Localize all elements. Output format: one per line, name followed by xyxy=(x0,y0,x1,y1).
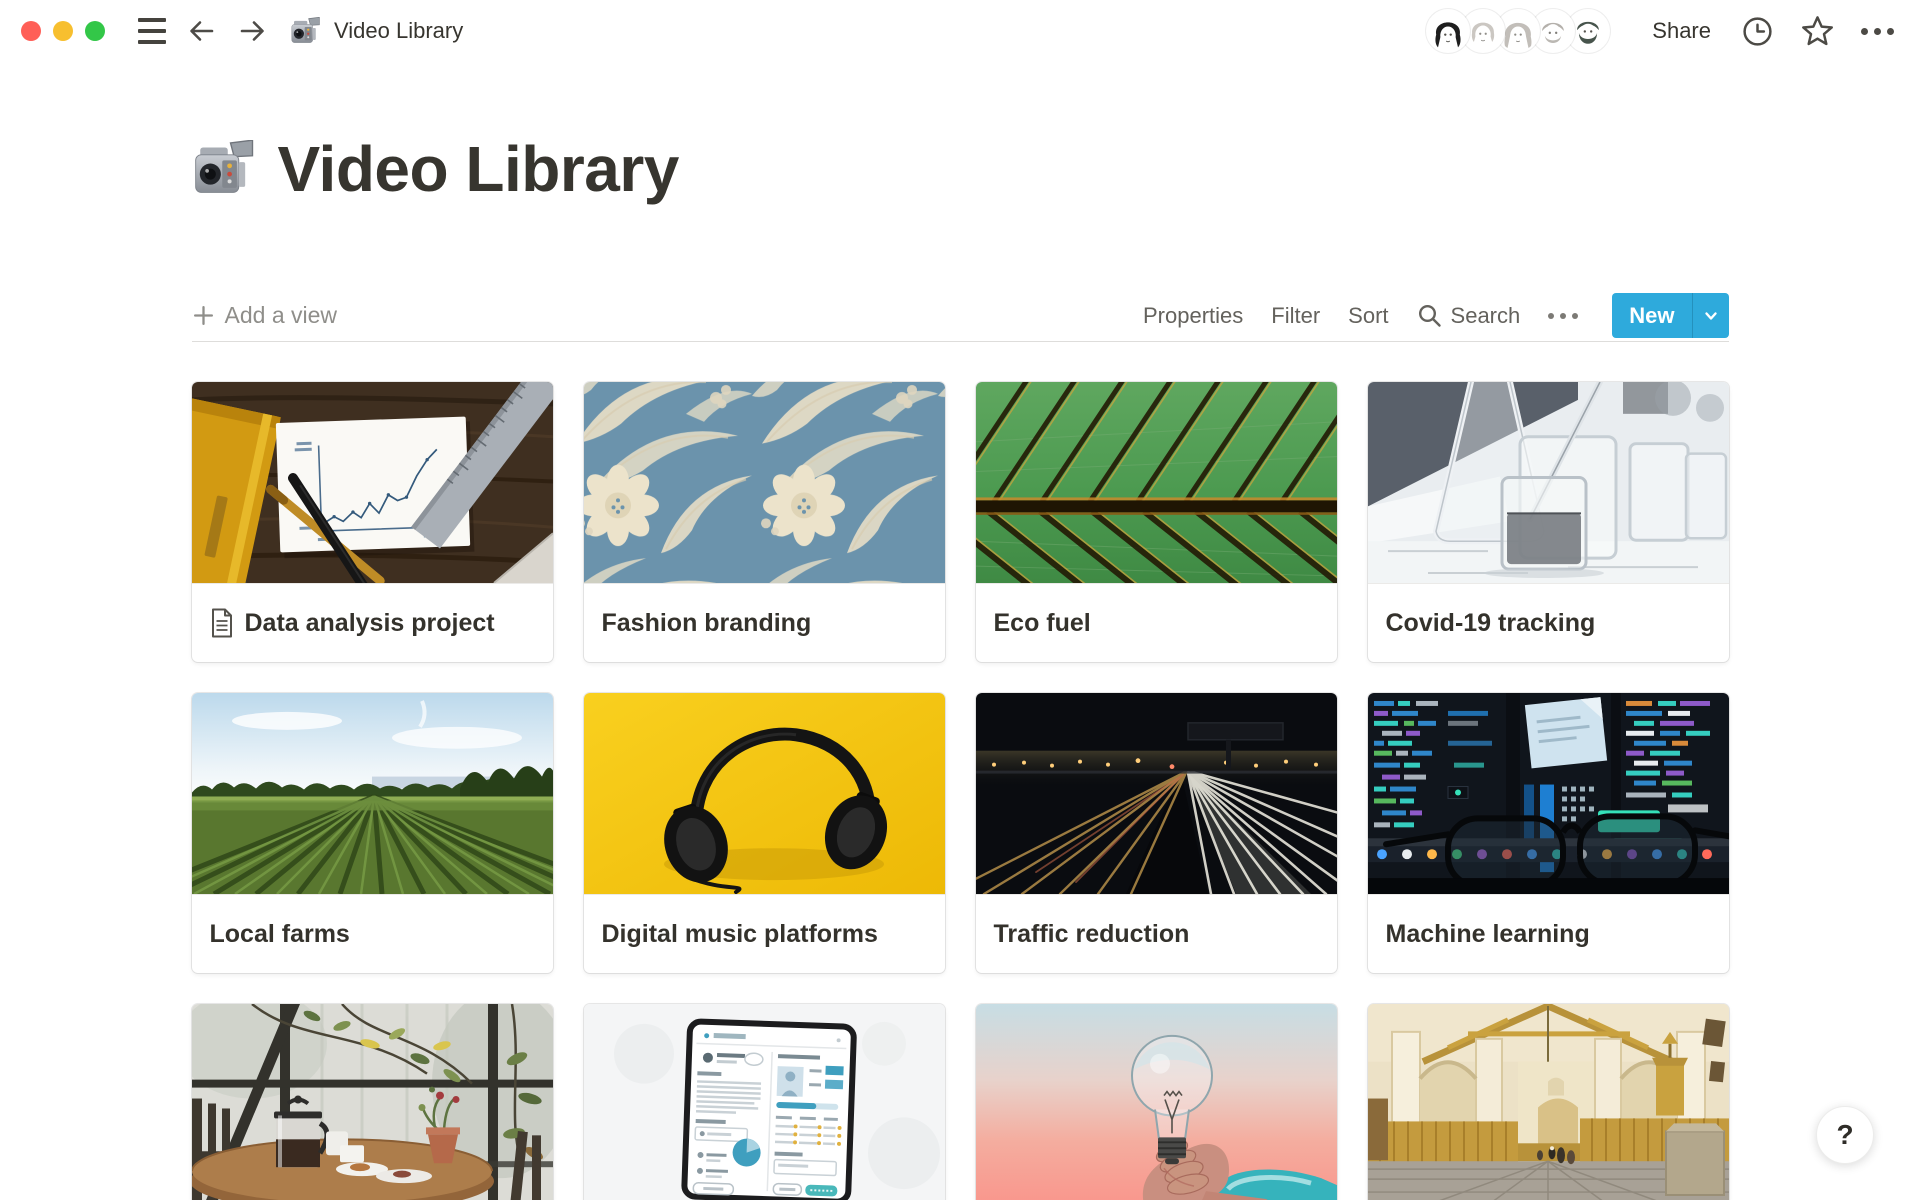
green-leaf-closeup xyxy=(976,382,1337,584)
back-button[interactable] xyxy=(184,15,218,47)
gallery-card[interactable]: Covid-19 tracking xyxy=(1368,382,1729,662)
card-title: Data analysis project xyxy=(245,609,495,638)
card-title: Covid-19 tracking xyxy=(1386,609,1596,638)
back-arrow-icon xyxy=(184,15,218,47)
chevron-down-icon xyxy=(1701,306,1721,326)
updates-button[interactable] xyxy=(1741,15,1774,48)
card-title: Local farms xyxy=(210,920,350,949)
farm-field-photo xyxy=(192,693,553,895)
new-label[interactable]: New xyxy=(1612,293,1691,338)
page-title-row: Video Library xyxy=(192,124,1729,214)
lab-glassware-photo xyxy=(1368,382,1729,584)
card-title: Machine learning xyxy=(1386,920,1590,949)
add-view-button[interactable]: Add a view xyxy=(192,302,338,329)
collaborator-avatars[interactable] xyxy=(1426,9,1610,53)
movie-camera-icon xyxy=(290,17,322,46)
blue-floral-pattern xyxy=(584,382,945,584)
gallery-card[interactable] xyxy=(192,1004,553,1200)
card-title: Digital music platforms xyxy=(602,920,878,949)
zoom-window-button[interactable] xyxy=(84,20,106,42)
night-highway-photo xyxy=(976,693,1337,895)
window-titlebar: Video Library xyxy=(0,0,1920,62)
breadcrumb[interactable]: Video Library xyxy=(290,17,463,46)
code-screens-glasses-photo xyxy=(1368,693,1729,895)
gallery-card[interactable] xyxy=(1368,1004,1729,1200)
new-item-button[interactable]: New xyxy=(1612,293,1728,338)
breadcrumb-title: Video Library xyxy=(334,18,463,44)
more-icon xyxy=(1548,313,1578,319)
favorite-button[interactable] xyxy=(1800,14,1835,48)
search-label: Search xyxy=(1451,303,1521,329)
gallery-card[interactable]: Fashion branding xyxy=(584,382,945,662)
search-button[interactable]: Search xyxy=(1417,303,1521,329)
filter-button[interactable]: Filter xyxy=(1271,303,1320,329)
gallery-card[interactable]: Traffic reduction xyxy=(976,693,1337,973)
greenhouse-cafe-photo xyxy=(192,1004,553,1200)
desk-chart-photo xyxy=(192,382,553,584)
avatar[interactable] xyxy=(1426,9,1470,53)
headphones-yellow-photo xyxy=(584,693,945,895)
sort-button[interactable]: Sort xyxy=(1348,303,1388,329)
gallery-card[interactable]: Digital music platforms xyxy=(584,693,945,973)
card-title: Fashion branding xyxy=(602,609,812,638)
add-view-label: Add a view xyxy=(225,302,338,329)
lightbulb-hand-photo xyxy=(976,1004,1337,1200)
forward-arrow-icon xyxy=(236,15,270,47)
search-icon xyxy=(1417,303,1443,329)
gallery-card[interactable]: Machine learning xyxy=(1368,693,1729,973)
gallery-card[interactable] xyxy=(976,1004,1337,1200)
sidebar-menu-button[interactable] xyxy=(138,18,166,44)
view-toolbar: Add a view Properties Filter Sort Search… xyxy=(192,290,1729,342)
more-icon xyxy=(1861,28,1894,35)
gallery-card[interactable]: Data analysis project xyxy=(192,382,553,662)
gallery-card[interactable] xyxy=(584,1004,945,1200)
card-title: Traffic reduction xyxy=(994,920,1190,949)
new-dropdown-button[interactable] xyxy=(1692,293,1729,338)
church-interior-photo xyxy=(1368,1004,1729,1200)
gallery-view: Data analysis project xyxy=(192,382,1729,1200)
tablet-dashboard-photo xyxy=(584,1004,945,1200)
view-more-button[interactable] xyxy=(1548,313,1578,319)
close-window-button[interactable] xyxy=(20,20,42,42)
help-button[interactable]: ? xyxy=(1816,1106,1874,1164)
gallery-card[interactable]: Local farms xyxy=(192,693,553,973)
card-title: Eco fuel xyxy=(994,609,1091,638)
properties-button[interactable]: Properties xyxy=(1143,303,1243,329)
help-icon: ? xyxy=(1836,1119,1853,1151)
more-options-button[interactable] xyxy=(1861,28,1894,35)
page-body: Video Library Add a view Properties Filt… xyxy=(192,124,1729,1200)
plus-icon xyxy=(192,304,215,327)
share-button[interactable]: Share xyxy=(1652,18,1711,44)
page-title: Video Library xyxy=(278,132,679,206)
clock-icon xyxy=(1741,15,1774,48)
forward-button[interactable] xyxy=(236,15,270,47)
movie-camera-icon xyxy=(192,140,258,199)
hamburger-icon xyxy=(138,18,166,44)
minimize-window-button[interactable] xyxy=(52,20,74,42)
gallery-card[interactable]: Eco fuel xyxy=(976,382,1337,662)
page-icon xyxy=(210,608,234,638)
traffic-lights xyxy=(20,20,106,42)
star-icon xyxy=(1800,14,1835,48)
